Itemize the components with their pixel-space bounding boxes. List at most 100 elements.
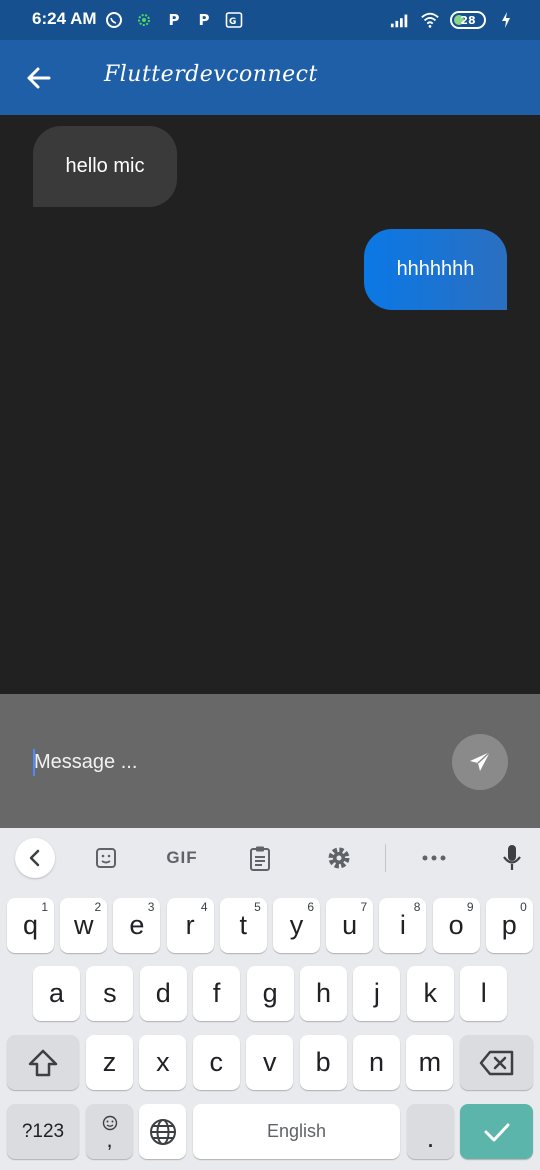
message-input[interactable] — [34, 746, 414, 778]
key-k[interactable]: k — [406, 966, 454, 1021]
key-r[interactable]: 4r — [166, 898, 214, 953]
key-label: o — [448, 910, 464, 940]
clipboard-button[interactable] — [240, 838, 280, 878]
key-b[interactable]: b — [299, 1035, 347, 1090]
outgoing-message-bubble[interactable]: hhhhhhh — [364, 229, 507, 310]
app-title: Flutterdevconnect — [104, 62, 318, 87]
checkmark-icon — [484, 1123, 509, 1141]
key-hint: 0 — [520, 900, 527, 914]
period-key-label: . — [426, 1123, 435, 1153]
toolbar-divider — [385, 844, 386, 872]
message-text: hello mic — [65, 155, 145, 177]
enter-key[interactable] — [460, 1104, 533, 1159]
symbols-key[interactable]: ?123 — [7, 1104, 79, 1159]
key-hint: 2 — [94, 900, 102, 914]
key-c[interactable]: c — [192, 1035, 240, 1090]
space-key[interactable]: English — [193, 1104, 400, 1159]
key-label: y — [289, 910, 304, 940]
sticker-icon — [96, 848, 116, 868]
status-bar: 6:24 AM P P G 28 — [0, 0, 540, 40]
gif-button[interactable]: GIF — [160, 838, 204, 878]
shift-icon — [28, 1049, 58, 1076]
toolbar-back-button[interactable] — [15, 838, 55, 878]
key-y[interactable]: 6y — [273, 898, 320, 953]
back-button[interactable] — [18, 58, 58, 98]
more-button[interactable] — [414, 838, 454, 878]
message-composer — [0, 694, 540, 828]
key-z[interactable]: z — [86, 1035, 133, 1090]
key-label: x — [156, 1047, 170, 1077]
key-a[interactable]: a — [33, 966, 80, 1021]
key-label: v — [262, 1047, 277, 1077]
key-label: h — [315, 978, 332, 1008]
key-hint: 8 — [413, 900, 421, 914]
backspace-key[interactable] — [460, 1035, 533, 1090]
p-icon: P — [168, 11, 180, 29]
send-icon — [470, 751, 491, 771]
key-f[interactable]: f — [193, 966, 241, 1021]
key-label: i — [399, 910, 406, 940]
key-label: b — [315, 1047, 331, 1077]
key-label: g — [262, 978, 278, 1008]
key-w[interactable]: 2w — [60, 898, 108, 953]
key-t[interactable]: 5t — [219, 898, 267, 953]
key-h[interactable]: h — [300, 966, 347, 1021]
keyboard-toolbar: GIF — [0, 828, 540, 888]
emoji-comma-key[interactable]: , — [86, 1104, 133, 1159]
key-hint: 7 — [360, 900, 368, 914]
sticker-button[interactable] — [86, 838, 126, 878]
message-text: hhhhhhh — [396, 258, 475, 280]
key-l[interactable]: l — [460, 966, 508, 1021]
key-hint: 4 — [200, 900, 208, 914]
shift-key[interactable] — [7, 1035, 79, 1090]
key-e[interactable]: 3e — [113, 898, 161, 953]
p-icon: P — [198, 11, 210, 29]
key-label: q — [22, 910, 39, 940]
key-label: u — [342, 910, 358, 940]
key-label: p — [501, 910, 517, 940]
incoming-message-bubble[interactable]: hello mic — [33, 126, 177, 207]
language-key[interactable] — [139, 1104, 186, 1159]
keyboard: GIF 1q2w3e4r5t6y7u8i9o0p asdfghjkl zxcvb… — [0, 828, 540, 1170]
key-s[interactable]: s — [86, 966, 134, 1021]
space-key-label: English — [266, 1121, 327, 1141]
key-label: k — [423, 978, 438, 1008]
key-label: w — [73, 910, 94, 940]
symbols-key-label: ?123 — [21, 1120, 65, 1142]
key-o[interactable]: 9o — [432, 898, 480, 953]
key-label: m — [418, 1047, 442, 1077]
key-hint: 9 — [466, 900, 474, 914]
notification-icons: P P G — [104, 10, 244, 30]
key-label: d — [155, 978, 171, 1008]
app-bar: Flutterdevconnect — [0, 40, 540, 115]
chevron-left-icon — [29, 849, 40, 867]
svg-text:G: G — [229, 17, 236, 27]
key-d[interactable]: d — [139, 966, 187, 1021]
key-i[interactable]: 8i — [379, 898, 427, 953]
system-icons: 28 — [390, 10, 516, 30]
gear-app-icon — [134, 10, 154, 30]
key-x[interactable]: x — [139, 1035, 187, 1090]
key-n[interactable]: n — [353, 1035, 400, 1090]
key-v[interactable]: v — [246, 1035, 294, 1090]
key-hint: 5 — [254, 900, 261, 914]
key-m[interactable]: m — [406, 1035, 454, 1090]
chat-area[interactable]: hello mic hhhhhhh — [0, 115, 540, 695]
text-caret — [33, 749, 35, 776]
key-u[interactable]: 7u — [326, 898, 374, 953]
key-j[interactable]: j — [353, 966, 401, 1021]
more-icon — [422, 855, 446, 861]
key-label: j — [373, 978, 380, 1008]
charging-icon — [496, 10, 516, 30]
period-key[interactable]: . — [407, 1104, 454, 1159]
clipboard-icon — [250, 846, 270, 871]
send-button[interactable] — [452, 734, 508, 790]
key-g[interactable]: g — [246, 966, 294, 1021]
key-label: n — [368, 1047, 385, 1077]
voice-input-button[interactable] — [492, 838, 532, 878]
settings-button[interactable] — [319, 838, 359, 878]
translate-icon: G — [224, 10, 244, 30]
key-p[interactable]: 0p — [485, 898, 533, 953]
key-q[interactable]: 1q — [7, 898, 54, 953]
key-label: l — [480, 978, 487, 1008]
